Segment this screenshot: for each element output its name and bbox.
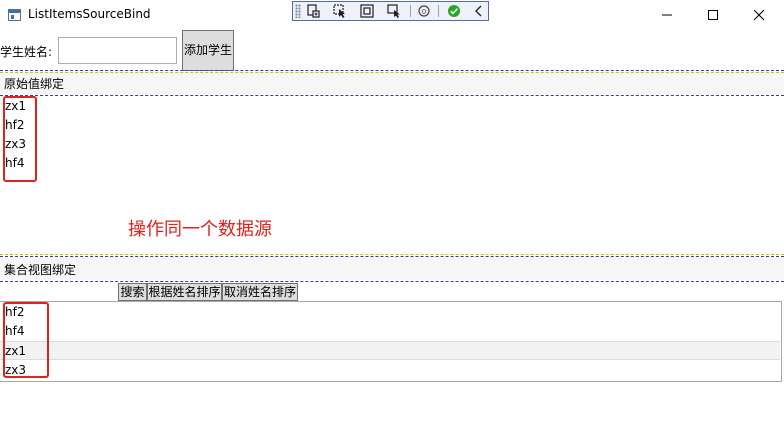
list-item[interactable]: zx3 <box>0 135 780 154</box>
close-button[interactable] <box>736 0 782 30</box>
track-focus-icon[interactable] <box>387 4 401 18</box>
grip-icon[interactable] <box>295 4 301 18</box>
add-student-button[interactable]: 添加学生 <box>182 30 234 71</box>
window-title: ListItemsSourceBind <box>28 7 151 21</box>
maximize-button[interactable] <box>690 0 736 30</box>
dashed-divider <box>0 281 784 282</box>
view-binding-header: 集合视图绑定 <box>0 257 784 280</box>
dashed-divider <box>0 70 784 71</box>
view-binding-title: 集合视图绑定 <box>4 263 77 277</box>
annotation-text: 操作同一个数据源 <box>128 219 272 240</box>
list-item[interactable]: zx3 <box>0 361 780 380</box>
search-button[interactable]: 搜索 <box>118 283 147 301</box>
cancel-sort-button[interactable]: 取消姓名排序 <box>222 283 298 301</box>
dashed-divider <box>0 72 784 73</box>
collapse-chevron-icon[interactable] <box>472 4 486 18</box>
list-item[interactable]: hf4 <box>0 154 780 173</box>
xaml-debug-toolbar: 0 <box>292 1 489 21</box>
list-item-selected[interactable]: zx1 <box>0 341 780 360</box>
student-name-label: 学生姓名: <box>0 45 53 59</box>
minimize-icon <box>662 14 672 16</box>
title-bar: ListItemsSourceBind 0 <box>0 0 784 30</box>
close-icon <box>753 9 765 21</box>
red-highlight-box <box>3 96 37 182</box>
list-item[interactable]: zx1 <box>0 97 780 116</box>
student-name-input[interactable] <box>58 37 177 64</box>
binding-failures-icon[interactable]: 0 <box>417 4 431 18</box>
minimize-button[interactable] <box>644 0 690 30</box>
svg-text:0: 0 <box>422 8 426 16</box>
live-visual-tree-icon[interactable] <box>307 4 321 18</box>
red-highlight-box <box>3 302 49 378</box>
select-element-icon[interactable] <box>333 4 347 18</box>
app-window-icon <box>8 9 21 21</box>
display-layout-adorners-icon[interactable] <box>360 4 374 18</box>
list-item[interactable]: hf4 <box>0 322 780 341</box>
dashed-divider <box>0 95 784 96</box>
maximize-icon <box>708 10 718 20</box>
list-item[interactable]: hf2 <box>0 116 780 135</box>
dashed-divider <box>0 254 784 255</box>
list-item[interactable]: hf2 <box>0 303 780 322</box>
raw-binding-title: 原始值绑定 <box>4 77 65 91</box>
sort-by-name-button[interactable]: 根据姓名排序 <box>147 283 222 301</box>
raw-binding-header: 原始值绑定 <box>0 71 784 94</box>
hot-reload-check-icon[interactable] <box>447 4 461 18</box>
